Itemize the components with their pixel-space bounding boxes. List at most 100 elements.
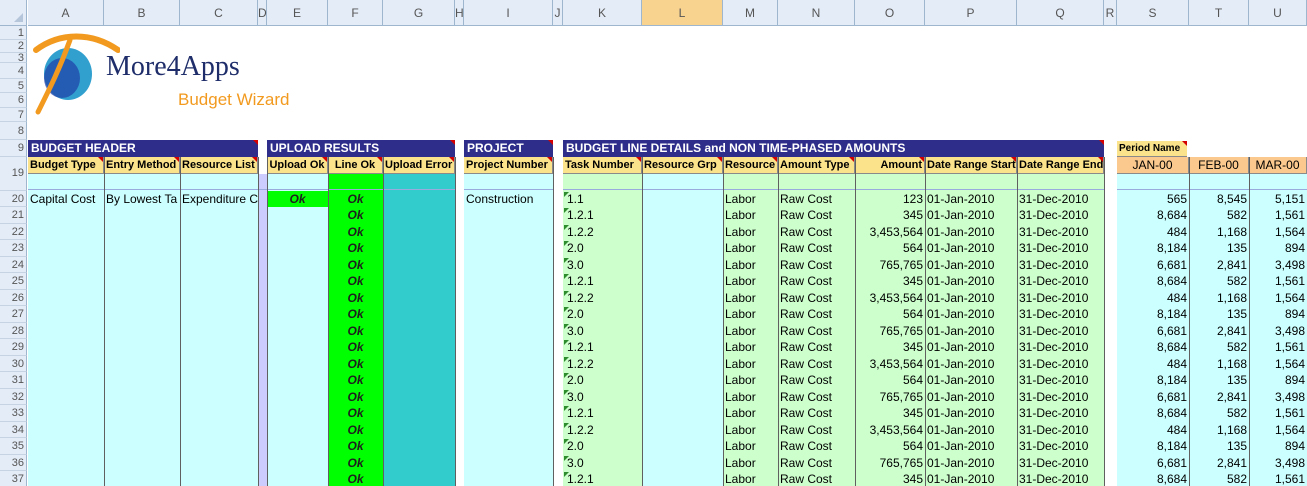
amount-cell[interactable]: 3,453,564 — [855, 422, 925, 438]
line-ok-cell[interactable]: Ok — [328, 356, 383, 372]
resource-cell[interactable]: Labor — [723, 306, 778, 322]
date-range-start-cell[interactable]: 01-Jan-2010 — [925, 240, 1017, 256]
period-jan-value[interactable]: 6,681 — [1117, 257, 1189, 273]
period-mar-value[interactable]: 894 — [1249, 438, 1307, 454]
amount-type-cell[interactable]: Raw Cost — [778, 224, 855, 240]
task-number-cell[interactable]: 1.2.1 — [563, 207, 642, 223]
amount-cell[interactable]: 345 — [855, 471, 925, 486]
period-mar-value[interactable]: 3,498 — [1249, 455, 1307, 471]
amount-type-cell[interactable]: Raw Cost — [778, 339, 855, 355]
amount-header[interactable]: Amount — [855, 157, 925, 174]
row-header-8[interactable]: 8 — [0, 122, 27, 140]
period-feb-value[interactable]: 135 — [1189, 306, 1249, 322]
line-ok-header[interactable]: Line Ok — [328, 157, 383, 174]
column-header-G[interactable]: G — [383, 0, 455, 26]
period-jan-value[interactable]: 6,681 — [1117, 389, 1189, 405]
entry-method-cell[interactable]: By Lowest Ta — [104, 191, 180, 207]
column-header-B[interactable]: B — [104, 0, 180, 26]
period-header-2[interactable]: FEB-00 — [1189, 157, 1249, 174]
row-header-37[interactable]: 37 — [0, 471, 27, 486]
date-range-end-cell[interactable]: 31-Dec-2010 — [1017, 356, 1104, 372]
amount-type-cell[interactable]: Raw Cost — [778, 389, 855, 405]
date-range-start-cell[interactable]: 01-Jan-2010 — [925, 306, 1017, 322]
period-feb-value[interactable]: 2,841 — [1189, 257, 1249, 273]
date-range-start-cell[interactable]: 01-Jan-2010 — [925, 389, 1017, 405]
line-ok-cell[interactable]: Ok — [328, 422, 383, 438]
date-range-start-cell[interactable]: 01-Jan-2010 — [925, 405, 1017, 421]
date-range-end-cell[interactable]: 31-Dec-2010 — [1017, 306, 1104, 322]
date-range-start-header[interactable]: Date Range Start — [925, 157, 1017, 174]
period-jan-value[interactable]: 8,684 — [1117, 405, 1189, 421]
column-header-D[interactable]: D — [258, 0, 267, 26]
period-mar-value[interactable]: 1,564 — [1249, 356, 1307, 372]
date-range-end-cell[interactable]: 31-Dec-2010 — [1017, 471, 1104, 486]
row-header-32[interactable]: 32 — [0, 388, 27, 405]
date-range-end-cell[interactable]: 31-Dec-2010 — [1017, 207, 1104, 223]
row-19-cell[interactable] — [723, 174, 778, 190]
period-header-1[interactable]: JAN-00 — [1117, 157, 1189, 174]
period-mar-value[interactable]: 894 — [1249, 240, 1307, 256]
task-number-cell[interactable]: 1.2.1 — [563, 405, 642, 421]
row-19-cell[interactable] — [28, 174, 104, 190]
entry-method-header[interactable]: Entry Method — [104, 157, 180, 174]
line-ok-cell[interactable]: Ok — [328, 240, 383, 256]
date-range-start-cell[interactable]: 01-Jan-2010 — [925, 339, 1017, 355]
amount-cell[interactable]: 3,453,564 — [855, 290, 925, 306]
column-header-E[interactable]: E — [267, 0, 328, 26]
row-header-35[interactable]: 35 — [0, 438, 27, 455]
period-mar-value[interactable]: 5,151 — [1249, 191, 1307, 207]
period-mar-value[interactable]: 1,564 — [1249, 290, 1307, 306]
period-feb-value[interactable]: 1,168 — [1189, 356, 1249, 372]
amount-type-cell[interactable]: Raw Cost — [778, 471, 855, 486]
amount-cell[interactable]: 3,453,564 — [855, 224, 925, 240]
date-range-start-cell[interactable]: 01-Jan-2010 — [925, 257, 1017, 273]
row-header-19[interactable]: 19 — [0, 157, 27, 191]
amount-cell[interactable]: 345 — [855, 405, 925, 421]
row-header-9[interactable]: 9 — [0, 140, 27, 157]
amount-cell[interactable]: 765,765 — [855, 455, 925, 471]
period-feb-value[interactable]: 135 — [1189, 438, 1249, 454]
row-19-cell[interactable] — [1017, 174, 1104, 190]
date-range-end-cell[interactable]: 31-Dec-2010 — [1017, 405, 1104, 421]
row-header-28[interactable]: 28 — [0, 322, 27, 339]
amount-type-cell[interactable]: Raw Cost — [778, 257, 855, 273]
period-feb-value[interactable]: 582 — [1189, 273, 1249, 289]
row-header-31[interactable]: 31 — [0, 372, 27, 389]
task-number-cell[interactable]: 2.0 — [563, 306, 642, 322]
line-ok-cell[interactable]: Ok — [328, 323, 383, 339]
date-range-start-cell[interactable]: 01-Jan-2010 — [925, 290, 1017, 306]
period-jan-value[interactable]: 484 — [1117, 356, 1189, 372]
amount-cell[interactable]: 123 — [855, 191, 925, 207]
date-range-end-cell[interactable]: 31-Dec-2010 — [1017, 240, 1104, 256]
row-19-cell[interactable] — [1189, 174, 1249, 190]
date-range-start-cell[interactable]: 01-Jan-2010 — [925, 207, 1017, 223]
date-range-end-cell[interactable]: 31-Dec-2010 — [1017, 224, 1104, 240]
date-range-end-cell[interactable]: 31-Dec-2010 — [1017, 438, 1104, 454]
date-range-start-cell[interactable]: 01-Jan-2010 — [925, 471, 1017, 486]
amount-cell[interactable]: 765,765 — [855, 389, 925, 405]
period-feb-value[interactable]: 2,841 — [1189, 389, 1249, 405]
period-feb-value[interactable]: 135 — [1189, 240, 1249, 256]
project-number-cell[interactable]: Construction — [464, 191, 553, 207]
amount-type-cell[interactable]: Raw Cost — [778, 372, 855, 388]
amount-type-cell[interactable]: Raw Cost — [778, 405, 855, 421]
resource-cell[interactable]: Labor — [723, 422, 778, 438]
period-jan-value[interactable]: 565 — [1117, 191, 1189, 207]
line-ok-cell[interactable]: Ok — [328, 306, 383, 322]
resource-cell[interactable]: Labor — [723, 240, 778, 256]
amount-type-cell[interactable]: Raw Cost — [778, 323, 855, 339]
date-range-end-header[interactable]: Date Range End — [1017, 157, 1104, 174]
row-19-cell[interactable] — [778, 174, 855, 190]
row-header-25[interactable]: 25 — [0, 273, 27, 290]
amount-cell[interactable]: 564 — [855, 240, 925, 256]
amount-cell[interactable]: 564 — [855, 306, 925, 322]
row-19-cell[interactable] — [563, 174, 642, 190]
line-ok-cell[interactable]: Ok — [328, 471, 383, 486]
resource-cell[interactable]: Labor — [723, 405, 778, 421]
resource-cell[interactable]: Labor — [723, 290, 778, 306]
amount-cell[interactable]: 345 — [855, 273, 925, 289]
row-19-cell[interactable] — [104, 174, 180, 190]
row-header-23[interactable]: 23 — [0, 240, 27, 257]
period-jan-value[interactable]: 6,681 — [1117, 455, 1189, 471]
row-header-20[interactable]: 20 — [0, 190, 27, 207]
